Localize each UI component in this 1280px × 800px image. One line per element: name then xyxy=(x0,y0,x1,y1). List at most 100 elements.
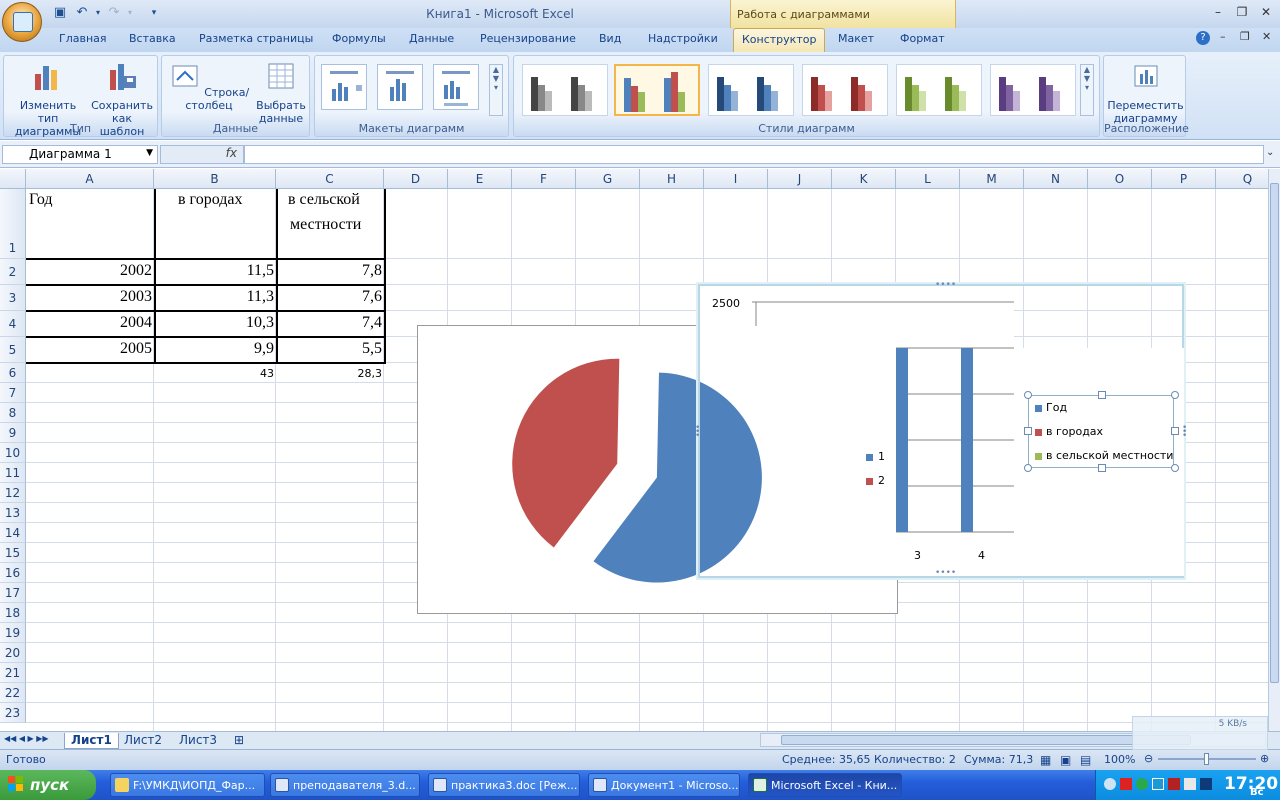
row-header-20[interactable]: 20 xyxy=(0,643,26,663)
style-5-thumb[interactable] xyxy=(896,64,982,116)
legend-resize-handle[interactable] xyxy=(1024,427,1032,435)
bar-3[interactable] xyxy=(896,348,908,532)
bar-4[interactable] xyxy=(961,348,973,532)
tab-layout[interactable]: Макет xyxy=(838,32,874,45)
doc-restore-icon[interactable]: ❐ xyxy=(1240,30,1250,43)
name-box-dropdown-icon[interactable]: ▼ xyxy=(146,148,153,158)
legend-resize-handle[interactable] xyxy=(1098,464,1106,472)
row-header-14[interactable]: 14 xyxy=(0,523,26,543)
taskbar-item-word-2[interactable]: практика3.doc [Реж... xyxy=(428,773,580,797)
col-header-m[interactable]: M xyxy=(960,169,1024,189)
header-year[interactable]: Год xyxy=(29,191,53,209)
col-header-o[interactable]: O xyxy=(1088,169,1152,189)
pie-slice-2[interactable] xyxy=(512,358,620,548)
row-header-21[interactable]: 21 xyxy=(0,663,26,683)
minimize-icon[interactable]: – xyxy=(1208,4,1228,20)
cell-a2[interactable]: 2002 xyxy=(26,262,152,280)
bar-legend[interactable]: Год в городах в сельской местности xyxy=(1028,395,1174,468)
row-header-7[interactable]: 7 xyxy=(0,383,26,403)
style-1-thumb[interactable] xyxy=(522,64,608,116)
legend-resize-handle[interactable] xyxy=(1171,464,1179,472)
cell-b5[interactable]: 9,9 xyxy=(156,340,274,358)
row-header-12[interactable]: 12 xyxy=(0,483,26,503)
view-page-layout-icon[interactable]: ▣ xyxy=(1060,753,1071,767)
tray-icon[interactable] xyxy=(1168,778,1180,790)
style-4-thumb[interactable] xyxy=(802,64,888,116)
row-header-4[interactable]: 4 xyxy=(0,311,26,337)
zoom-thumb[interactable] xyxy=(1204,753,1209,765)
row-header-3[interactable]: 3 xyxy=(0,285,26,311)
chart-resize-handle-left[interactable]: • • • xyxy=(695,424,700,441)
col-header-d[interactable]: D xyxy=(384,169,448,189)
row-header-10[interactable]: 10 xyxy=(0,443,26,463)
cell-a4[interactable]: 2004 xyxy=(26,314,152,332)
zoom-in-icon[interactable]: ⊕ xyxy=(1260,752,1269,765)
sheet-nav-icons[interactable]: ◀◀ ◀ ▶ ▶▶ xyxy=(4,734,49,743)
vertical-scrollbar[interactable] xyxy=(1268,169,1280,731)
cell-c3[interactable]: 7,6 xyxy=(278,288,382,306)
row-header-22[interactable]: 22 xyxy=(0,683,26,703)
header-rural-1[interactable]: в сельской xyxy=(288,191,360,209)
tab-review[interactable]: Рецензирование xyxy=(480,32,576,45)
cell-c6[interactable]: 28,3 xyxy=(278,367,383,380)
col-header-p[interactable]: P xyxy=(1152,169,1216,189)
col-header-h[interactable]: H xyxy=(640,169,704,189)
select-all-corner[interactable] xyxy=(0,169,26,189)
tab-format[interactable]: Формат xyxy=(900,32,945,45)
network-icon[interactable] xyxy=(1152,778,1164,790)
maximize-icon[interactable]: ❐ xyxy=(1232,4,1252,20)
tab-home[interactable]: Главная xyxy=(59,32,107,45)
office-button[interactable] xyxy=(2,2,42,42)
tab-data[interactable]: Данные xyxy=(409,32,454,45)
chart-resize-handle-top[interactable]: •••• xyxy=(935,280,956,290)
legend-resize-handle[interactable] xyxy=(1098,391,1106,399)
cell-b3[interactable]: 11,3 xyxy=(156,288,274,306)
cell-b2[interactable]: 11,5 xyxy=(156,262,274,280)
col-header-e[interactable]: E xyxy=(448,169,512,189)
sheet-tab-2[interactable]: Лист2 xyxy=(118,733,168,749)
row-header-2[interactable]: 2 xyxy=(0,259,26,285)
legend-resize-handle[interactable] xyxy=(1171,391,1179,399)
row-header-23[interactable]: 23 xyxy=(0,703,26,723)
chart-resize-handle-bottom[interactable]: •••• xyxy=(935,568,956,578)
col-header-n[interactable]: N xyxy=(1024,169,1088,189)
tab-formulas[interactable]: Формулы xyxy=(332,32,386,45)
expand-formula-icon[interactable]: ⌄ xyxy=(1266,147,1274,158)
taskbar-item-word-1[interactable]: преподавателя_3.d... xyxy=(270,773,420,797)
name-box[interactable]: Диаграмма 1 ▼ xyxy=(2,145,158,164)
sheet-tab-3[interactable]: Лист3 xyxy=(173,733,223,749)
row-header-15[interactable]: 15 xyxy=(0,543,26,563)
tab-design[interactable]: Конструктор xyxy=(733,28,826,52)
help-icon[interactable]: ? xyxy=(1196,31,1210,45)
cell-b6[interactable]: 43 xyxy=(156,367,274,380)
zoom-out-icon[interactable]: ⊖ xyxy=(1144,752,1153,765)
cell-a3[interactable]: 2003 xyxy=(26,288,152,306)
zoom-level[interactable]: 100% xyxy=(1104,753,1135,766)
col-header-j[interactable]: J xyxy=(768,169,832,189)
doc-minimize-icon[interactable]: – xyxy=(1220,30,1226,43)
row-header-6[interactable]: 6 xyxy=(0,363,26,383)
col-header-l[interactable]: L xyxy=(896,169,960,189)
row-header-1[interactable]: 1 xyxy=(0,189,26,259)
col-header-c[interactable]: C xyxy=(276,169,384,189)
row-header-17[interactable]: 17 xyxy=(0,583,26,603)
insert-sheet-icon[interactable]: ⊞ xyxy=(228,733,250,749)
tab-addins[interactable]: Надстройки xyxy=(648,32,718,45)
tray-icon[interactable] xyxy=(1104,778,1116,790)
sheet-tab-1[interactable]: Лист1 xyxy=(64,733,119,749)
tray-icon[interactable] xyxy=(1136,778,1148,790)
col-header-g[interactable]: G xyxy=(576,169,640,189)
col-header-i[interactable]: I xyxy=(704,169,768,189)
row-header-8[interactable]: 8 xyxy=(0,403,26,423)
style-3-thumb[interactable] xyxy=(708,64,794,116)
layout-2-thumb[interactable] xyxy=(377,64,423,110)
language-icon[interactable] xyxy=(1184,778,1196,790)
taskbar-item-excel[interactable]: Microsoft Excel - Кни... xyxy=(748,773,902,797)
styles-scroll-icon[interactable]: ▲ ▼ ▾ xyxy=(1080,64,1094,116)
insert-function-button[interactable]: fx xyxy=(160,145,244,164)
formula-input[interactable] xyxy=(244,145,1264,164)
cell-c5[interactable]: 5,5 xyxy=(278,340,382,358)
close-icon[interactable]: ✕ xyxy=(1256,4,1276,20)
tab-insert[interactable]: Вставка xyxy=(129,32,176,45)
layouts-scroll-icon[interactable]: ▲ ▼ ▾ xyxy=(489,64,503,116)
